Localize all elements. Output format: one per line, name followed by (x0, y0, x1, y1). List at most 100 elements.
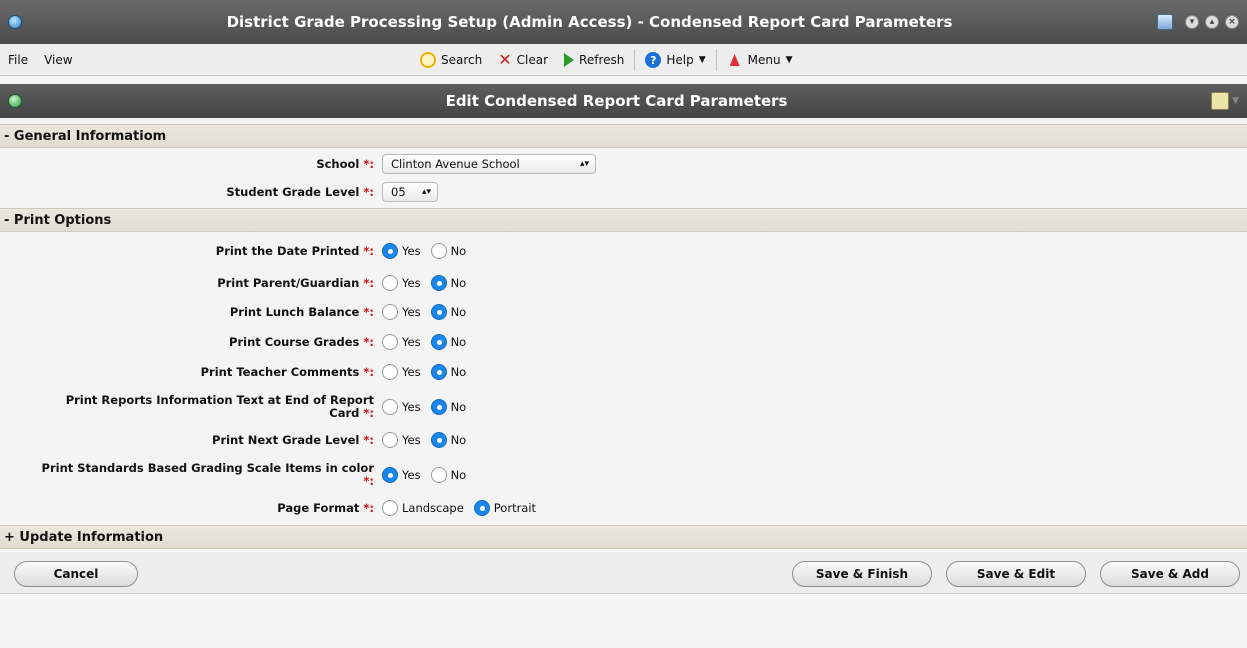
radio-label: Yes (402, 365, 421, 379)
window-title: District Grade Processing Setup (Admin A… (226, 13, 953, 31)
print-option-row: Print the Date Printed *: Yes No (0, 241, 1247, 261)
radio-yes[interactable] (382, 467, 398, 483)
radio-portrait[interactable] (473, 500, 490, 516)
clear-label: Clear (516, 53, 549, 67)
print-option-row: Print Teacher Comments *: Yes No (0, 362, 1247, 382)
radio-label: No (450, 468, 467, 482)
maximize-icon[interactable]: ▴ (1205, 15, 1219, 29)
search-label: Search (441, 53, 483, 67)
radio-label: No (450, 365, 467, 379)
radio-label: No (450, 400, 467, 414)
print-option-label: Print Next Grade Level *: (212, 432, 374, 447)
print-option-label: Print Standards Based Grading Scale Item… (41, 461, 374, 488)
radio-yes[interactable] (382, 364, 398, 380)
section-update-information[interactable]: + Update Information (0, 525, 1247, 549)
grade-level-label: Student Grade Level *: (226, 184, 374, 199)
save-finish-button[interactable]: Save & Finish (792, 561, 932, 587)
radio-label: Landscape (402, 501, 464, 515)
radio-yes[interactable] (382, 304, 398, 320)
radio-label: Yes (402, 335, 421, 349)
chevron-down-icon: ▼ (698, 55, 706, 65)
chevron-down-icon: ▼ (785, 55, 793, 65)
menu-icon (727, 52, 743, 68)
chevron-down-icon[interactable]: ▼ (1232, 96, 1239, 106)
print-option-row: Print Next Grade Level *: Yes No (0, 430, 1247, 450)
print-option-label: Print Teacher Comments *: (200, 364, 374, 379)
menu-label: Menu (747, 53, 781, 67)
image-icon[interactable] (1157, 14, 1173, 30)
window-controls: ▾ ▴ × (1157, 14, 1239, 30)
help-icon: ? (645, 52, 662, 68)
radio-yes[interactable] (382, 432, 398, 448)
radio-label: Yes (402, 305, 421, 319)
radio-label: Yes (402, 244, 421, 258)
radio-label: Yes (402, 400, 421, 414)
print-option-label: Print Lunch Balance *: (229, 304, 374, 319)
radio-label: No (450, 244, 467, 258)
clear-button[interactable]: ✕ Clear (490, 44, 556, 76)
print-option-label: Print Course Grades *: (229, 334, 374, 349)
page-header: Edit Condensed Report Card Parameters ▼ (0, 84, 1247, 118)
section-print-options[interactable]: - Print Options (0, 208, 1247, 232)
print-option-row: Print Course Grades *: Yes No (0, 332, 1247, 352)
toolbar-divider (715, 49, 717, 71)
radio-yes[interactable] (382, 275, 398, 291)
print-option-row: Print Standards Based Grading Scale Item… (0, 460, 1247, 490)
radio-label: Yes (402, 468, 421, 482)
radio-yes[interactable] (382, 399, 398, 415)
app-globe-icon (8, 15, 22, 29)
help-button[interactable]: ? Help ▼ (637, 44, 713, 76)
radio-no[interactable] (430, 304, 447, 320)
radio-landscape[interactable] (382, 500, 398, 516)
navigate-icon[interactable] (8, 94, 22, 108)
minimize-icon[interactable]: ▾ (1185, 15, 1199, 29)
school-label: School *: (316, 156, 374, 171)
menu-file[interactable]: File (8, 53, 28, 67)
school-select[interactable]: Clinton Avenue School ▴▾ (382, 154, 596, 174)
menu-button[interactable]: Menu ▼ (719, 44, 801, 76)
radio-no[interactable] (430, 467, 447, 483)
print-option-row: Print Lunch Balance *: Yes No (0, 302, 1247, 322)
radio-yes[interactable] (382, 243, 398, 259)
radio-label: Yes (402, 433, 421, 447)
radio-no[interactable] (430, 399, 447, 415)
refresh-label: Refresh (579, 53, 625, 67)
menu-view[interactable]: View (44, 53, 72, 67)
print-option-label: Print the Date Printed *: (215, 243, 374, 258)
search-icon (420, 52, 436, 68)
action-bar: Cancel Save & Finish Save & Edit Save & … (0, 552, 1247, 594)
radio-label: No (450, 305, 467, 319)
radio-no[interactable] (430, 432, 447, 448)
refresh-button[interactable]: Refresh (556, 44, 632, 76)
radio-label: Portrait (493, 501, 537, 515)
radio-label: No (450, 335, 467, 349)
radio-yes[interactable] (382, 334, 398, 350)
select-arrows-icon: ▴▾ (579, 159, 589, 169)
grade-level-select[interactable]: 05 ▴▾ (382, 182, 438, 202)
save-add-button[interactable]: Save & Add (1100, 561, 1240, 587)
radio-no[interactable] (430, 364, 447, 380)
radio-no[interactable] (430, 275, 447, 291)
list-icon[interactable] (1211, 92, 1230, 110)
grade-level-row: Student Grade Level *: 05 ▴▾ (0, 182, 1247, 202)
section-general-information[interactable]: - General Informatiom (0, 124, 1247, 148)
search-button[interactable]: Search (412, 44, 490, 76)
school-row: School *: Clinton Avenue School ▴▾ (0, 154, 1247, 174)
help-label: Help (666, 53, 694, 67)
toolbar: Search ✕ Clear Refresh ? Help ▼ Menu ▼ (412, 44, 801, 76)
print-option-row: Print Parent/Guardian *: Yes No (0, 273, 1247, 293)
print-option-label: Print Parent/Guardian *: (217, 275, 374, 290)
select-arrows-icon: ▴▾ (421, 187, 431, 197)
cancel-button[interactable]: Cancel (14, 561, 138, 587)
menu-bar: File View Search ✕ Clear Refresh ? Help … (0, 44, 1247, 76)
toolbar-divider (634, 49, 636, 71)
save-edit-button[interactable]: Save & Edit (946, 561, 1086, 587)
print-option-label: Page Format *: (277, 500, 374, 515)
close-icon[interactable]: × (1225, 15, 1239, 29)
refresh-play-icon (564, 53, 575, 67)
radio-no[interactable] (430, 243, 447, 259)
clear-x-icon: ✕ (498, 50, 512, 69)
radio-no[interactable] (430, 334, 447, 350)
print-option-label: Print Reports Information Text at End of… (65, 393, 374, 420)
print-option-row: Page Format *: Landscape Portrait (0, 498, 1247, 518)
